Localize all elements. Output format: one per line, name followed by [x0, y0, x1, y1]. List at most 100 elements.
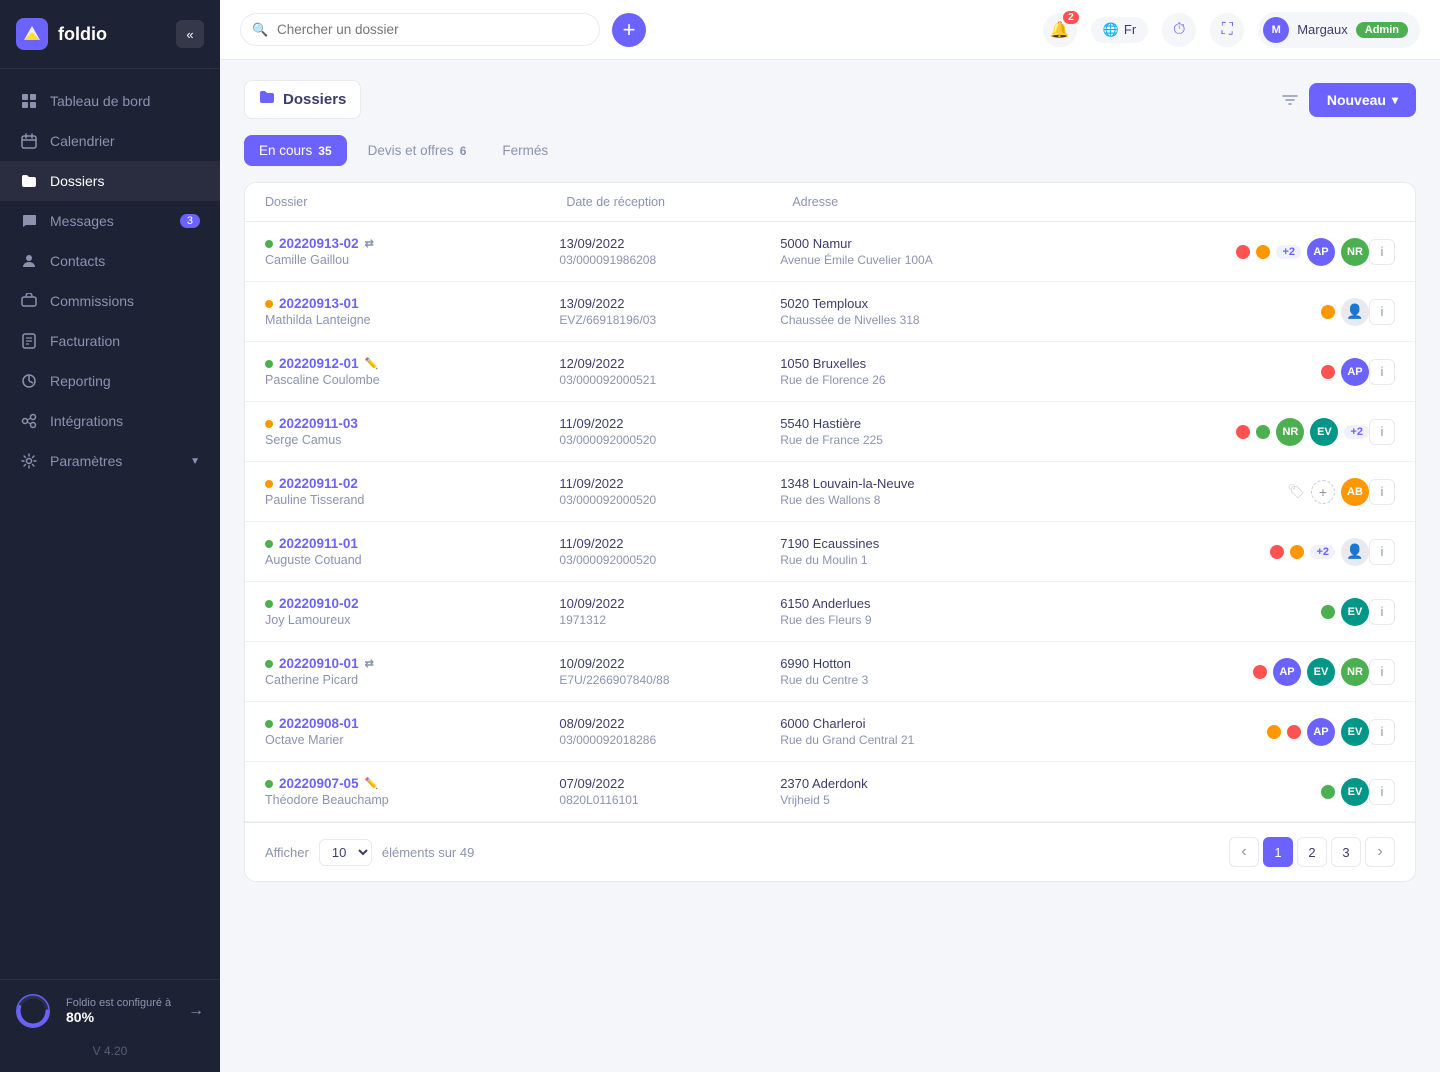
- status-dot: [265, 540, 273, 548]
- tab-en-cours-count: 35: [318, 144, 331, 158]
- prev-page-button[interactable]: ‹: [1229, 837, 1259, 867]
- tag-dot: [1321, 365, 1335, 379]
- info-button[interactable]: i: [1369, 599, 1395, 625]
- fullscreen-button[interactable]: ⛶: [1210, 13, 1244, 47]
- tab-devis[interactable]: Devis et offres 6: [353, 135, 482, 166]
- next-page-button[interactable]: ›: [1365, 837, 1395, 867]
- info-button[interactable]: i: [1369, 659, 1395, 685]
- clock-button[interactable]: ⏱: [1162, 13, 1196, 47]
- info-button[interactable]: i: [1369, 779, 1395, 805]
- dossier-id: 20220913-02 ⇄: [265, 236, 559, 251]
- avatar-chip: NR: [1276, 418, 1304, 446]
- nouveau-button[interactable]: Nouveau ▾: [1309, 83, 1416, 117]
- per-page-select[interactable]: 10 25 50: [319, 839, 372, 866]
- sidebar-item-dossiers[interactable]: Dossiers: [0, 161, 220, 201]
- config-progress: [16, 994, 50, 1028]
- row-actions: +2 AP NR: [1075, 238, 1369, 266]
- topbar-right: 🔔 2 🌐 Fr ⏱ ⛶ M Margaux Admin: [1043, 12, 1420, 48]
- plus-tag: +2: [1344, 425, 1369, 439]
- sidebar-nav: Tableau de bord Calendrier Dossiers Mess…: [0, 69, 220, 979]
- parametres-chevron: ▼: [190, 456, 200, 467]
- main-content: 🔍 + 🔔 2 🌐 Fr ⏱ ⛶ M Margaux Admin: [220, 0, 1440, 1072]
- dossier-cell: 20220911-03 Serge Camus: [265, 416, 559, 447]
- filter-button[interactable]: [1281, 91, 1299, 109]
- sidebar-item-contacts[interactable]: Contacts: [0, 241, 220, 281]
- sidebar-item-label: Intégrations: [50, 413, 123, 429]
- total-label: éléments sur 49: [382, 845, 475, 860]
- avatar-chip: EV: [1310, 418, 1338, 446]
- tag-dot: [1270, 545, 1284, 559]
- info-button[interactable]: i: [1369, 359, 1395, 385]
- contact-icon: [20, 252, 38, 270]
- addr-cell: 1348 Louvain-la-Neuve Rue des Wallons 8: [780, 476, 1074, 507]
- language-label: Fr: [1124, 22, 1136, 37]
- row-actions: 👤: [1075, 298, 1369, 326]
- dossier-cell: 20220913-01 Mathilda Lanteigne: [265, 296, 559, 327]
- avatar-chip: EV: [1341, 778, 1369, 806]
- sidebar-item-parametres[interactable]: Paramètres ▼: [0, 441, 220, 481]
- info-button[interactable]: i: [1369, 539, 1395, 565]
- col-dossier: Dossier: [265, 195, 566, 209]
- row-actions: NR EV +2: [1075, 418, 1369, 446]
- tab-devis-count: 6: [460, 144, 467, 158]
- avatar: M: [1263, 17, 1289, 43]
- language-button[interactable]: 🌐 Fr: [1091, 17, 1148, 43]
- user-name: Margaux: [1297, 22, 1348, 37]
- date-cell: 13/09/2022 03/000091986208: [559, 236, 780, 267]
- notifications-button[interactable]: 🔔 2: [1043, 13, 1077, 47]
- table-row: 20220911-03 Serge Camus 11/09/2022 03/00…: [245, 402, 1415, 462]
- col-adresse: Adresse: [792, 195, 1093, 209]
- sidebar-item-integrations[interactable]: Intégrations: [0, 401, 220, 441]
- folder-icon: [20, 172, 38, 190]
- config-bar[interactable]: Foldio est configuré à 80% →: [16, 994, 204, 1028]
- date-cell: 10/09/2022 E7U/2266907840/88: [559, 656, 780, 687]
- tab-fermes[interactable]: Fermés: [487, 135, 563, 166]
- sidebar-item-tableau[interactable]: Tableau de bord: [0, 81, 220, 121]
- sidebar-item-reporting[interactable]: Reporting: [0, 361, 220, 401]
- status-dot: [265, 720, 273, 728]
- info-button[interactable]: i: [1369, 719, 1395, 745]
- add-tag-button[interactable]: +: [1311, 480, 1335, 504]
- tab-en-cours[interactable]: En cours 35: [244, 135, 347, 166]
- page-3-button[interactable]: 3: [1331, 837, 1361, 867]
- page-title: Dossiers: [283, 91, 346, 108]
- tabs: En cours 35 Devis et offres 6 Fermés: [244, 135, 1416, 166]
- share-icon: ⇄: [365, 237, 374, 250]
- collapse-button[interactable]: «: [176, 20, 204, 48]
- edit-icon: ✏️: [365, 357, 379, 370]
- sidebar-item-calendrier[interactable]: Calendrier: [0, 121, 220, 161]
- row-actions: AP EV: [1075, 718, 1369, 746]
- addr-cell: 1050 Bruxelles Rue de Florence 26: [780, 356, 1074, 387]
- info-button[interactable]: i: [1369, 299, 1395, 325]
- user-button[interactable]: M Margaux Admin: [1258, 12, 1420, 48]
- addr-cell: 6150 Anderlues Rue des Fleurs 9: [780, 596, 1074, 627]
- info-button[interactable]: i: [1369, 239, 1395, 265]
- row-actions: AP EV NR: [1075, 658, 1369, 686]
- avatar-chip: 👤: [1341, 298, 1369, 326]
- avatar-chip: NR: [1341, 238, 1369, 266]
- date-cell: 13/09/2022 EVZ/66918196/03: [559, 296, 780, 327]
- sidebar-item-messages[interactable]: Messages 3: [0, 201, 220, 241]
- add-button[interactable]: +: [612, 13, 646, 47]
- status-dot: [265, 420, 273, 428]
- version-label: V 4.20: [16, 1038, 204, 1058]
- addr-cell: 2370 Aderdonk Vrijheid 5: [780, 776, 1074, 807]
- avatar-chip: NR: [1341, 658, 1369, 686]
- avatar-chip: 👤: [1341, 538, 1369, 566]
- table-row: 20220908-01 Octave Marier 08/09/2022 03/…: [245, 702, 1415, 762]
- page-2-button[interactable]: 2: [1297, 837, 1327, 867]
- dossier-cell: 20220911-01 Auguste Cotuand: [265, 536, 559, 567]
- search-input[interactable]: [240, 13, 600, 46]
- info-button[interactable]: i: [1369, 479, 1395, 505]
- tag-dot: [1236, 425, 1250, 439]
- page-1-button[interactable]: 1: [1263, 837, 1293, 867]
- table-row: 20220910-02 Joy Lamoureux 10/09/2022 197…: [245, 582, 1415, 642]
- addr-cell: 5000 Namur Avenue Émile Cuvelier 100A: [780, 236, 1074, 267]
- search-icon: 🔍: [252, 22, 268, 38]
- sidebar-item-facturation[interactable]: Facturation: [0, 321, 220, 361]
- commission-icon: [20, 292, 38, 310]
- dossier-cell: 20220911-02 Pauline Tisserand: [265, 476, 559, 507]
- sidebar-item-commissions[interactable]: Commissions: [0, 281, 220, 321]
- info-button[interactable]: i: [1369, 419, 1395, 445]
- dossier-cell: 20220910-01 ⇄ Catherine Picard: [265, 656, 559, 687]
